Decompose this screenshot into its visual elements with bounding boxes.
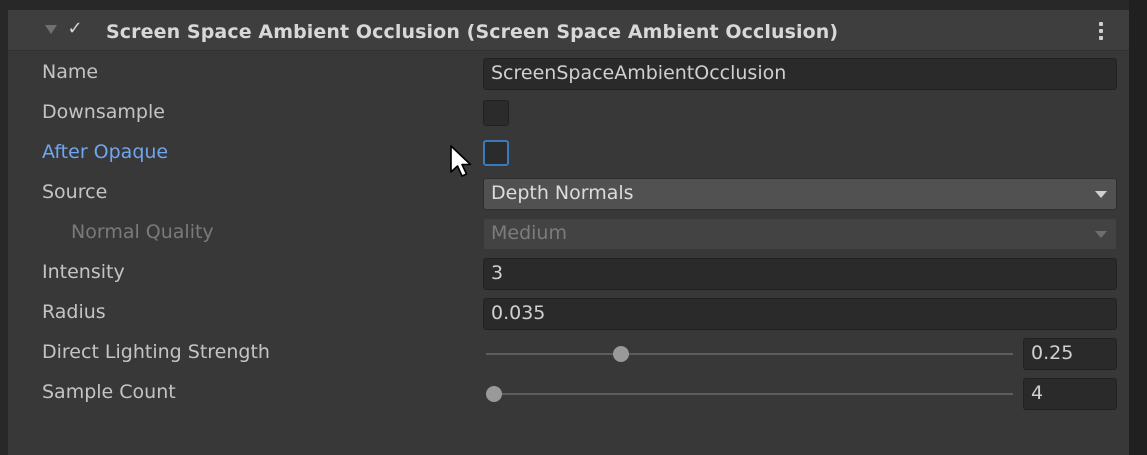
normal-quality-label: Normal Quality [71, 221, 214, 243]
sample-count-value[interactable]: 4 [1023, 378, 1117, 410]
row-intensity: Intensity 3 [8, 255, 1129, 293]
checkmark-icon[interactable]: ✓ [65, 19, 85, 39]
slider-thumb[interactable] [486, 386, 502, 402]
ssao-component-panel: ✓ Screen Space Ambient Occlusion (Screen… [8, 10, 1129, 455]
after-opaque-label: After Opaque [42, 141, 169, 163]
mouse-pointer-icon [450, 145, 472, 177]
row-normal-quality: Normal Quality Medium [8, 215, 1129, 253]
chevron-down-icon [1095, 191, 1107, 198]
direct-lighting-strength-slider[interactable] [483, 338, 1013, 370]
row-name: Name ScreenSpaceAmbientOcclusion [8, 55, 1129, 93]
direct-lighting-strength-label: Direct Lighting Strength [42, 341, 270, 363]
kebab-menu-icon[interactable] [1094, 21, 1108, 41]
intensity-label: Intensity [42, 261, 125, 283]
name-label: Name [42, 61, 99, 83]
normal-quality-dropdown: Medium [483, 218, 1117, 250]
radius-label: Radius [42, 301, 106, 323]
chevron-down-icon [1095, 231, 1107, 238]
slider-thumb[interactable] [613, 346, 629, 362]
row-after-opaque: After Opaque [8, 135, 1129, 173]
triangle-down-icon[interactable] [45, 25, 57, 34]
component-header[interactable]: ✓ Screen Space Ambient Occlusion (Screen… [8, 10, 1129, 51]
source-dropdown[interactable]: Depth Normals [483, 178, 1117, 210]
normal-quality-dropdown-value: Medium [491, 222, 567, 244]
downsample-checkbox[interactable] [483, 100, 509, 126]
after-opaque-checkbox[interactable] [483, 140, 509, 166]
row-direct-lighting-strength: Direct Lighting Strength 0.25 [8, 335, 1129, 373]
row-source: Source Depth Normals [8, 175, 1129, 213]
row-radius: Radius 0.035 [8, 295, 1129, 333]
slider-track[interactable] [486, 393, 1013, 395]
source-dropdown-value: Depth Normals [491, 182, 634, 204]
radius-field[interactable]: 0.035 [483, 298, 1117, 330]
row-sample-count: Sample Count 4 [8, 375, 1129, 413]
name-field[interactable]: ScreenSpaceAmbientOcclusion [483, 58, 1117, 90]
intensity-field[interactable]: 3 [483, 258, 1117, 290]
sample-count-slider[interactable] [483, 378, 1013, 410]
slider-track[interactable] [486, 353, 1013, 355]
source-label: Source [42, 181, 108, 203]
direct-lighting-strength-value[interactable]: 0.25 [1023, 338, 1117, 370]
component-title: Screen Space Ambient Occlusion (Screen S… [106, 21, 839, 43]
sample-count-label: Sample Count [42, 381, 176, 403]
downsample-label: Downsample [42, 101, 165, 123]
row-downsample: Downsample [8, 95, 1129, 133]
inspector-scrollbar-gutter [1129, 0, 1147, 455]
